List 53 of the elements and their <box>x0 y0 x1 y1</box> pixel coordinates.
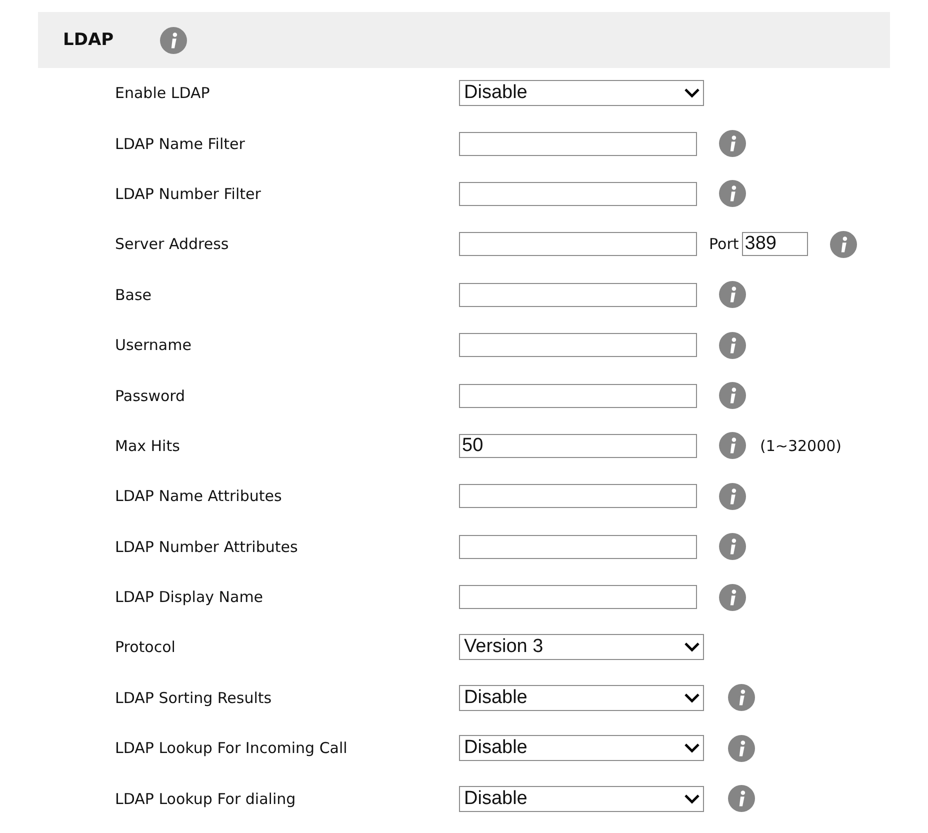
range-hint: (1~32000) <box>760 436 842 455</box>
info-icon[interactable] <box>728 684 755 712</box>
input-field[interactable] <box>459 282 697 307</box>
field-label: Max Hits <box>114 436 181 455</box>
chevron-down-icon <box>684 692 700 703</box>
input-field[interactable]: 50 <box>459 434 697 458</box>
info-icon[interactable] <box>719 180 746 208</box>
dropdown[interactable]: Version 3 <box>459 634 704 660</box>
field-label: LDAP Number Attributes <box>114 538 299 556</box>
info-icon[interactable] <box>719 533 746 560</box>
dropdown[interactable]: Disable <box>459 684 704 711</box>
dropdown[interactable]: Disable <box>459 786 704 812</box>
field-label: LDAP Lookup For Incoming Call <box>114 739 348 758</box>
input-field[interactable] <box>459 232 697 256</box>
info-icon[interactable] <box>719 382 746 410</box>
input-field[interactable] <box>459 384 697 408</box>
field-label: LDAP Name Filter <box>114 134 246 153</box>
chevron-down-icon <box>684 88 700 98</box>
dropdown[interactable]: Disable <box>459 735 704 762</box>
port-field[interactable]: 389 <box>742 232 808 256</box>
input-field[interactable] <box>459 534 697 559</box>
input-field[interactable] <box>459 182 697 206</box>
field-label: Enable LDAP <box>114 84 211 102</box>
field-label: LDAP Number Filter <box>114 184 262 203</box>
input-field[interactable] <box>459 585 697 610</box>
info-icon[interactable] <box>719 432 746 460</box>
field-label: LDAP Name Attributes <box>114 487 283 506</box>
info-icon[interactable] <box>728 734 755 762</box>
field-label: Base <box>114 286 153 304</box>
dropdown[interactable]: Disable <box>459 80 704 106</box>
info-icon[interactable] <box>719 281 746 308</box>
chevron-down-icon <box>684 794 700 804</box>
info-icon[interactable] <box>160 26 187 54</box>
info-icon[interactable] <box>719 130 746 158</box>
info-icon[interactable] <box>719 584 746 611</box>
chevron-down-icon <box>684 642 700 652</box>
port-label: Port <box>709 235 739 254</box>
field-label: Server Address <box>114 235 230 254</box>
chevron-down-icon <box>684 743 700 754</box>
field-label: Password <box>114 386 186 405</box>
info-icon[interactable] <box>830 230 857 258</box>
field-label: LDAP Sorting Results <box>114 688 273 707</box>
input-field[interactable] <box>459 333 697 358</box>
section-title: LDAP <box>63 30 114 50</box>
info-icon[interactable] <box>719 332 746 359</box>
info-icon[interactable] <box>728 785 755 812</box>
field-label: LDAP Lookup For dialing <box>114 790 297 808</box>
info-icon[interactable] <box>719 482 746 510</box>
field-label: Username <box>114 336 192 354</box>
input-field[interactable] <box>459 132 697 156</box>
field-label: Protocol <box>114 638 176 656</box>
input-field[interactable] <box>459 484 697 508</box>
field-label: LDAP Display Name <box>114 588 264 606</box>
